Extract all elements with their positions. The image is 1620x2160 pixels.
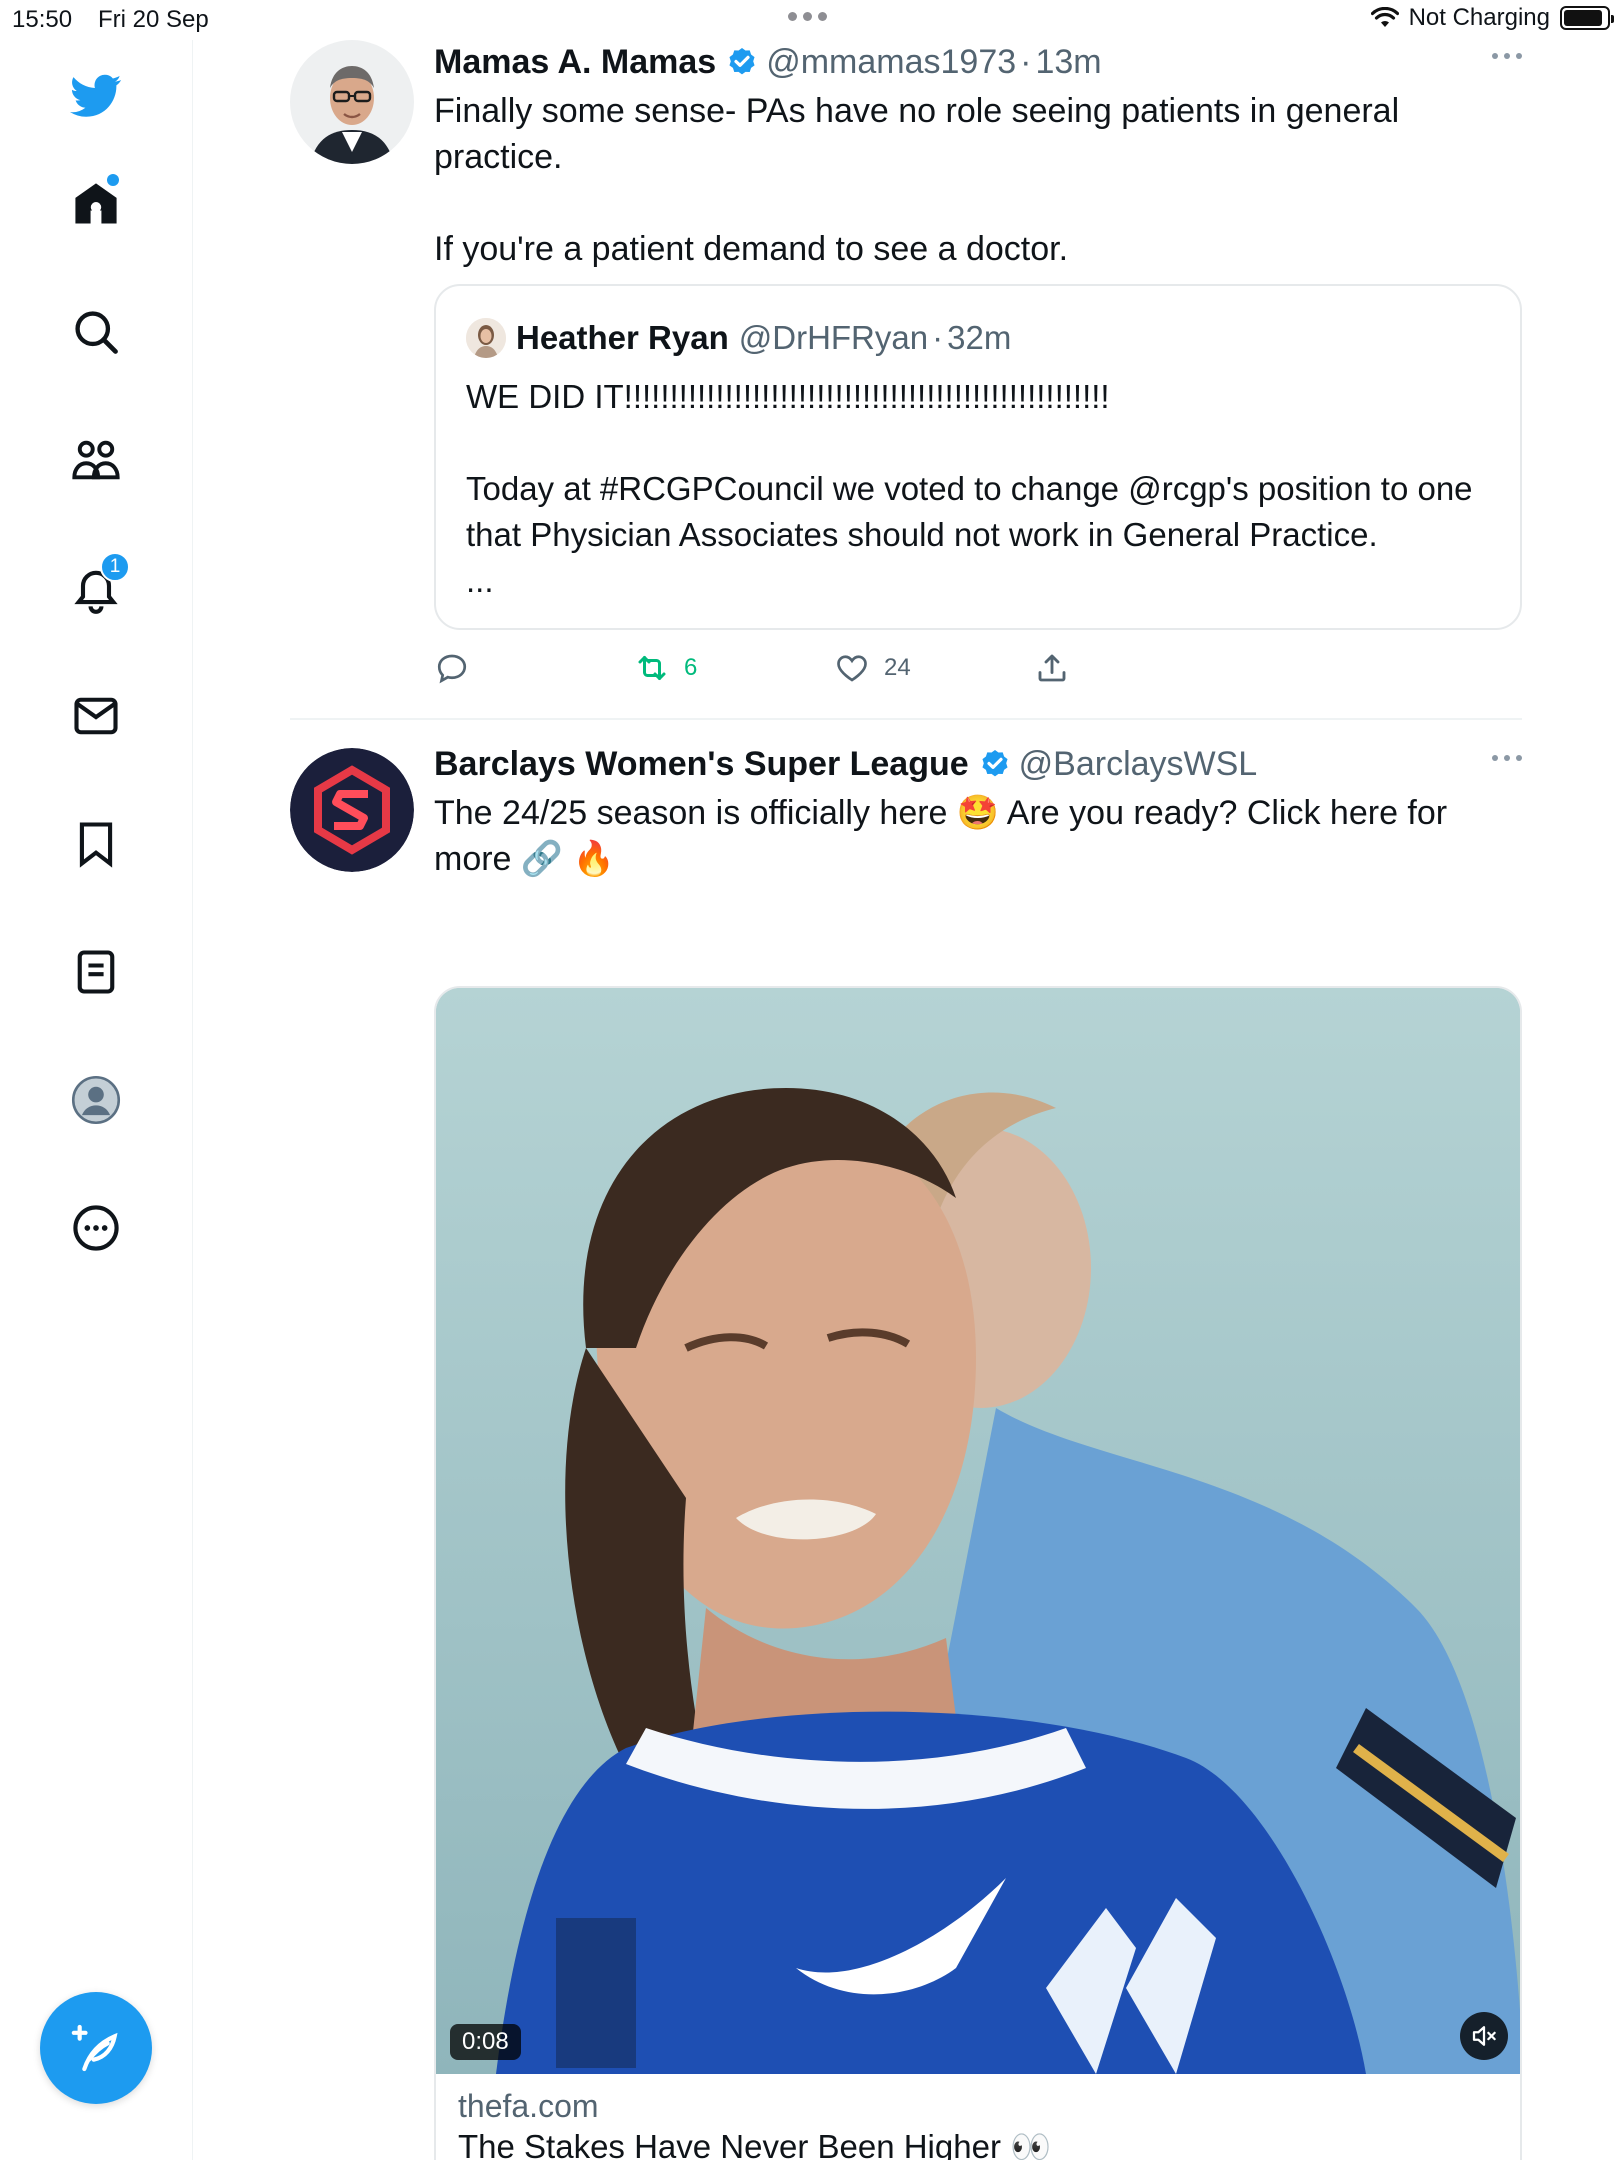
tweet-mamas[interactable]: Mamas A. Mamas @mmamas1973 · 13m Finally… [290,40,1522,700]
mute-toggle-button[interactable] [1460,2012,1508,2060]
battery-level [1564,10,1602,26]
separator-dot: · [1020,43,1032,81]
status-time: 15:50 [12,6,73,33]
bookmark-icon [79,822,113,868]
more-circle-icon [73,1205,119,1251]
user-handle[interactable]: @mmamas1973 [766,40,1016,84]
heart-icon [837,655,867,682]
charging-status: Not Charging [1408,4,1550,31]
verified-badge-icon [982,750,1008,777]
video-frame [436,988,1520,2074]
speaker-muted-icon [1472,2026,1496,2046]
video-player[interactable]: 0:08 [436,988,1520,2074]
sidebar-item-more[interactable] [60,1192,132,1264]
wifi-icon [1370,7,1399,27]
quote-header: Heather Ryan @DrHFRyan · 32m [466,316,1011,360]
retweet-count: 6 [684,654,698,681]
tweet-barclays-wsl[interactable]: Barclays Women's Super League @BarclaysW… [290,742,1522,2160]
sidebar: 1 [0,40,193,2160]
media-card[interactable]: 0:08 thefa.com The Stakes Have Never Bee… [434,986,1522,2160]
twitter-logo-button[interactable] [60,60,132,132]
verified-badge-icon [729,48,755,75]
reply-icon [437,654,467,684]
retweet-button[interactable]: 6 [634,650,697,686]
notification-badge: 1 [100,552,130,582]
quoted-tweet[interactable]: Heather Ryan @DrHFRyan · 32m WE DID IT!!… [434,284,1522,630]
status-bar: 15:50 Fri 20 Sep Not Charging [0,0,1620,40]
display-name[interactable]: Mamas A. Mamas [434,40,716,84]
sidebar-item-communities[interactable] [60,424,132,496]
sidebar-item-notifications[interactable]: 1 [60,552,132,624]
retweet-icon [638,656,666,680]
sidebar-item-home[interactable] [60,168,132,240]
video-duration: 0:08 [450,2024,521,2060]
like-count: 24 [884,654,911,681]
profile-icon [71,1075,121,1125]
quote-separator: · [932,319,944,356]
quote-display-name: Heather Ryan [516,319,729,356]
reply-button[interactable] [434,650,484,686]
compose-feather-icon [71,2024,118,2072]
tweet-header: Barclays Women's Super League @BarclaysW… [434,742,1522,786]
more-options-icon[interactable] [1482,748,1522,768]
status-date: Fri 20 Sep [98,6,209,33]
compose-button[interactable] [40,1992,152,2104]
sidebar-item-bookmarks[interactable] [60,808,132,880]
list-icon [77,950,115,994]
mail-icon [74,697,118,735]
wsl-logo-icon [290,748,414,872]
avatar[interactable] [290,748,414,872]
status-right: Not Charging [1370,4,1614,32]
share-button[interactable] [1034,650,1070,686]
sidebar-item-explore[interactable] [60,296,132,368]
link-title[interactable]: The Stakes Have Never Been Higher 👀 [458,2128,1051,2160]
share-icon [1038,654,1066,682]
sidebar-item-lists[interactable] [60,936,132,1008]
sidebar-item-messages[interactable] [60,680,132,752]
avatar[interactable] [290,40,414,164]
tweet-timestamp[interactable]: 13m [1035,40,1101,84]
quote-timestamp: 32m [947,319,1012,356]
tweet-header: Mamas A. Mamas @mmamas1973 · 13m [434,40,1522,84]
tweet-text: The 24/25 season is officially here 🤩 Ar… [434,794,1457,878]
tweet-text: Finally some sense- PAs have no role see… [434,92,1400,268]
bird-icon [70,74,122,117]
link-domain[interactable]: thefa.com [458,2088,599,2125]
multitasking-dots-icon[interactable] [788,12,827,21]
battery-icon [1560,6,1614,30]
quote-avatar [466,318,506,358]
sidebar-item-profile[interactable] [60,1064,132,1136]
user-handle[interactable]: @BarclaysWSL [1019,742,1258,786]
home-unread-dot [107,174,119,186]
tweet-divider [290,718,1522,720]
search-icon [75,311,118,354]
like-button[interactable]: 24 [834,650,911,686]
tweet-actions: 6 24 [434,650,1522,690]
quote-handle: @DrHFRyan [738,319,929,356]
more-options-icon[interactable] [1482,46,1522,66]
people-icon [72,440,120,480]
display-name[interactable]: Barclays Women's Super League [434,742,969,786]
user-photo [290,40,414,164]
quote-text: WE DID IT!!!!!!!!!!!!!!!!!!!!!!!!!!!!!!!… [466,378,1473,599]
